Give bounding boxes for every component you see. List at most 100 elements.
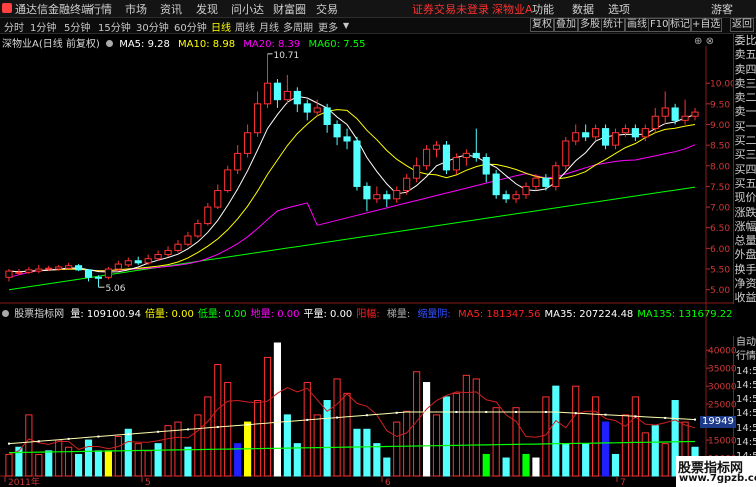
volume-bar (383, 457, 391, 477)
price-tick-label: 6.00 (710, 245, 730, 255)
watermark: 股票指标网 www.7gpzb.com (676, 456, 756, 487)
volume-bar (611, 453, 620, 477)
sidebar-tick-label: 14:5 (736, 379, 756, 391)
sidebar-quote-label: 涨跌 (734, 205, 756, 219)
candle-body (134, 260, 142, 264)
candle-body (661, 107, 669, 117)
sidebar-quote-label: 买二 (734, 134, 756, 148)
sidebar-quote-label: 现价 (734, 191, 756, 205)
volume-bar (313, 414, 321, 477)
volume-bar (363, 428, 371, 477)
candle-body (174, 243, 182, 251)
candle-body (224, 169, 232, 192)
ma20-line (8, 144, 696, 278)
volume-bar (343, 392, 351, 477)
candle-body (25, 269, 33, 273)
sidebar-tick-label[interactable]: 自动 (734, 336, 756, 350)
candle-body (343, 136, 351, 142)
candle-body (114, 263, 122, 270)
volume-ma35-dot (127, 433, 130, 436)
volume-bar (512, 407, 520, 477)
volume-bar (154, 443, 162, 477)
candle-body (303, 103, 311, 113)
sidebar-quote-label: 净资 (734, 277, 756, 291)
volume-bar (164, 425, 172, 477)
watermark-url: www.7gpzb.com (679, 473, 756, 484)
volume-bar (393, 421, 401, 477)
volume-bar (104, 450, 112, 477)
date-label: 7 (620, 478, 626, 487)
date-label: 6 (385, 478, 391, 487)
candle-body (65, 265, 73, 269)
price-tick-label: 7.00 (710, 204, 730, 214)
volume-ma35-dot (37, 440, 40, 443)
sidebar-tick-label: 14:5 (736, 437, 756, 449)
sidebar-quote-label: 收益 (734, 291, 756, 305)
volume-bar (194, 414, 202, 477)
volume-bar (552, 385, 560, 477)
sidebar-quote-label: 总量 (734, 234, 756, 248)
volume-bar (253, 400, 262, 477)
volume-bar (452, 392, 460, 477)
date-label: 2011年 (8, 476, 40, 487)
sidebar-quote-label: 买五 (734, 176, 756, 190)
stock-chart: 5.00 5.50 6.00 6.50 7.00 7.50 8.00 8.50 9.00 9.50… (0, 46, 737, 487)
volume-bar (124, 428, 132, 477)
sidebar-quote-label: 委比 (734, 34, 756, 47)
sidebar-tick-label: 14:5 (736, 408, 756, 420)
volume-ma35-dot (604, 413, 607, 416)
price-tick-label: 9.00 (710, 121, 730, 131)
volume-ma35-dot (216, 426, 219, 429)
volume-ma35-dot (186, 428, 189, 431)
volume-bar (373, 443, 381, 477)
sidebar-quote-label: 卖二 (734, 91, 756, 105)
volume-ma35-dot (365, 414, 368, 417)
volume-bar (582, 443, 590, 477)
candle-body (214, 190, 222, 208)
candle-body (293, 90, 301, 105)
candle-body (542, 177, 550, 187)
sidebar-quote-label: 买三 (734, 148, 756, 162)
price-tick-label: 6.50 (710, 224, 730, 234)
candle-body (234, 152, 242, 171)
volume-bar (25, 414, 33, 477)
candle-body (373, 194, 381, 200)
ma5-line (8, 95, 696, 273)
volume-bar (84, 439, 93, 477)
candle-body (601, 128, 610, 146)
volume-bar (542, 396, 550, 477)
candle-body (462, 152, 470, 159)
volume-badge: 19949 (700, 416, 736, 428)
volume-ma35-dot (455, 411, 458, 414)
volume-bar (273, 342, 282, 477)
volume-ma35-dot (276, 421, 279, 424)
volume-bar (462, 374, 470, 477)
price-tick-label: 9.50 (710, 100, 730, 110)
candle-body (492, 173, 500, 196)
volume-bar (114, 435, 122, 477)
sidebar-quote-label: 卖三 (734, 76, 756, 90)
volume-bar (35, 453, 43, 477)
candle-body (124, 260, 132, 266)
volume-ma35-dot (97, 435, 100, 438)
candle-body (651, 115, 659, 130)
volume-bar (532, 457, 540, 477)
candle-body (403, 177, 411, 192)
volume-bar (333, 378, 341, 477)
volume-bar (522, 453, 530, 477)
candle-body (353, 140, 361, 187)
candle-body (562, 140, 570, 167)
date-label: 5 (145, 478, 151, 487)
quote-sidebar: 委比 卖五 卖四 卖三 卖二 卖一 买一 买二 买三 买四 买五 现价 涨跌 涨幅 总量 外盘 换手 净资 收益 (733, 34, 756, 304)
candle-body (522, 185, 530, 196)
candle-body (383, 194, 391, 200)
sidebar-quote-label: 买四 (734, 162, 756, 176)
candle-body (532, 177, 540, 187)
candle-body (154, 254, 162, 260)
volume-bar (144, 450, 152, 477)
candle-body (552, 165, 560, 187)
volume-bar (592, 396, 600, 477)
volume-bar (353, 428, 361, 477)
sidebar-quote-label: 卖四 (734, 62, 756, 76)
candle-body (671, 107, 679, 121)
